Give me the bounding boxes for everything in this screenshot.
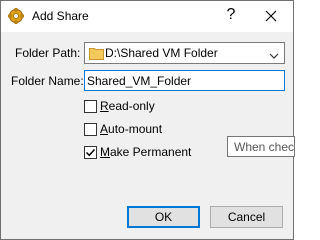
read-only-checkbox[interactable]	[84, 100, 97, 113]
auto-mount-label[interactable]: Auto-mount	[100, 122, 162, 136]
virtualbox-gear-icon	[7, 7, 25, 25]
cancel-button[interactable]: Cancel	[210, 206, 283, 228]
checkmark-icon	[85, 148, 96, 157]
folder-path-combobox[interactable]: D:\Shared VM Folder	[84, 42, 285, 64]
close-button[interactable]	[259, 5, 283, 27]
folder-icon	[89, 46, 104, 60]
title-bar[interactable]: Add Share ?	[1, 1, 293, 32]
folder-name-label: Folder Name:	[11, 74, 84, 88]
close-icon	[265, 10, 277, 22]
make-permanent-label[interactable]: Make Permanent	[100, 145, 191, 159]
folder-name-field[interactable]	[84, 70, 285, 91]
folder-path-value: D:\Shared VM Folder	[105, 46, 218, 60]
help-button[interactable]: ?	[221, 5, 241, 25]
folder-path-label: Folder Path:	[15, 46, 81, 60]
dialog-title: Add Share	[32, 9, 89, 23]
add-share-dialog: Add Share ? Folder Path: D:\Shared VM Fo…	[0, 0, 295, 240]
ok-button[interactable]: OK	[127, 206, 200, 228]
folder-name-input[interactable]	[87, 72, 277, 89]
tooltip: When checked	[227, 136, 295, 157]
auto-mount-checkbox[interactable]	[84, 123, 97, 136]
read-only-label[interactable]: Read-only	[100, 99, 155, 113]
make-permanent-checkbox[interactable]	[84, 146, 97, 159]
chevron-down-icon[interactable]	[269, 49, 279, 59]
